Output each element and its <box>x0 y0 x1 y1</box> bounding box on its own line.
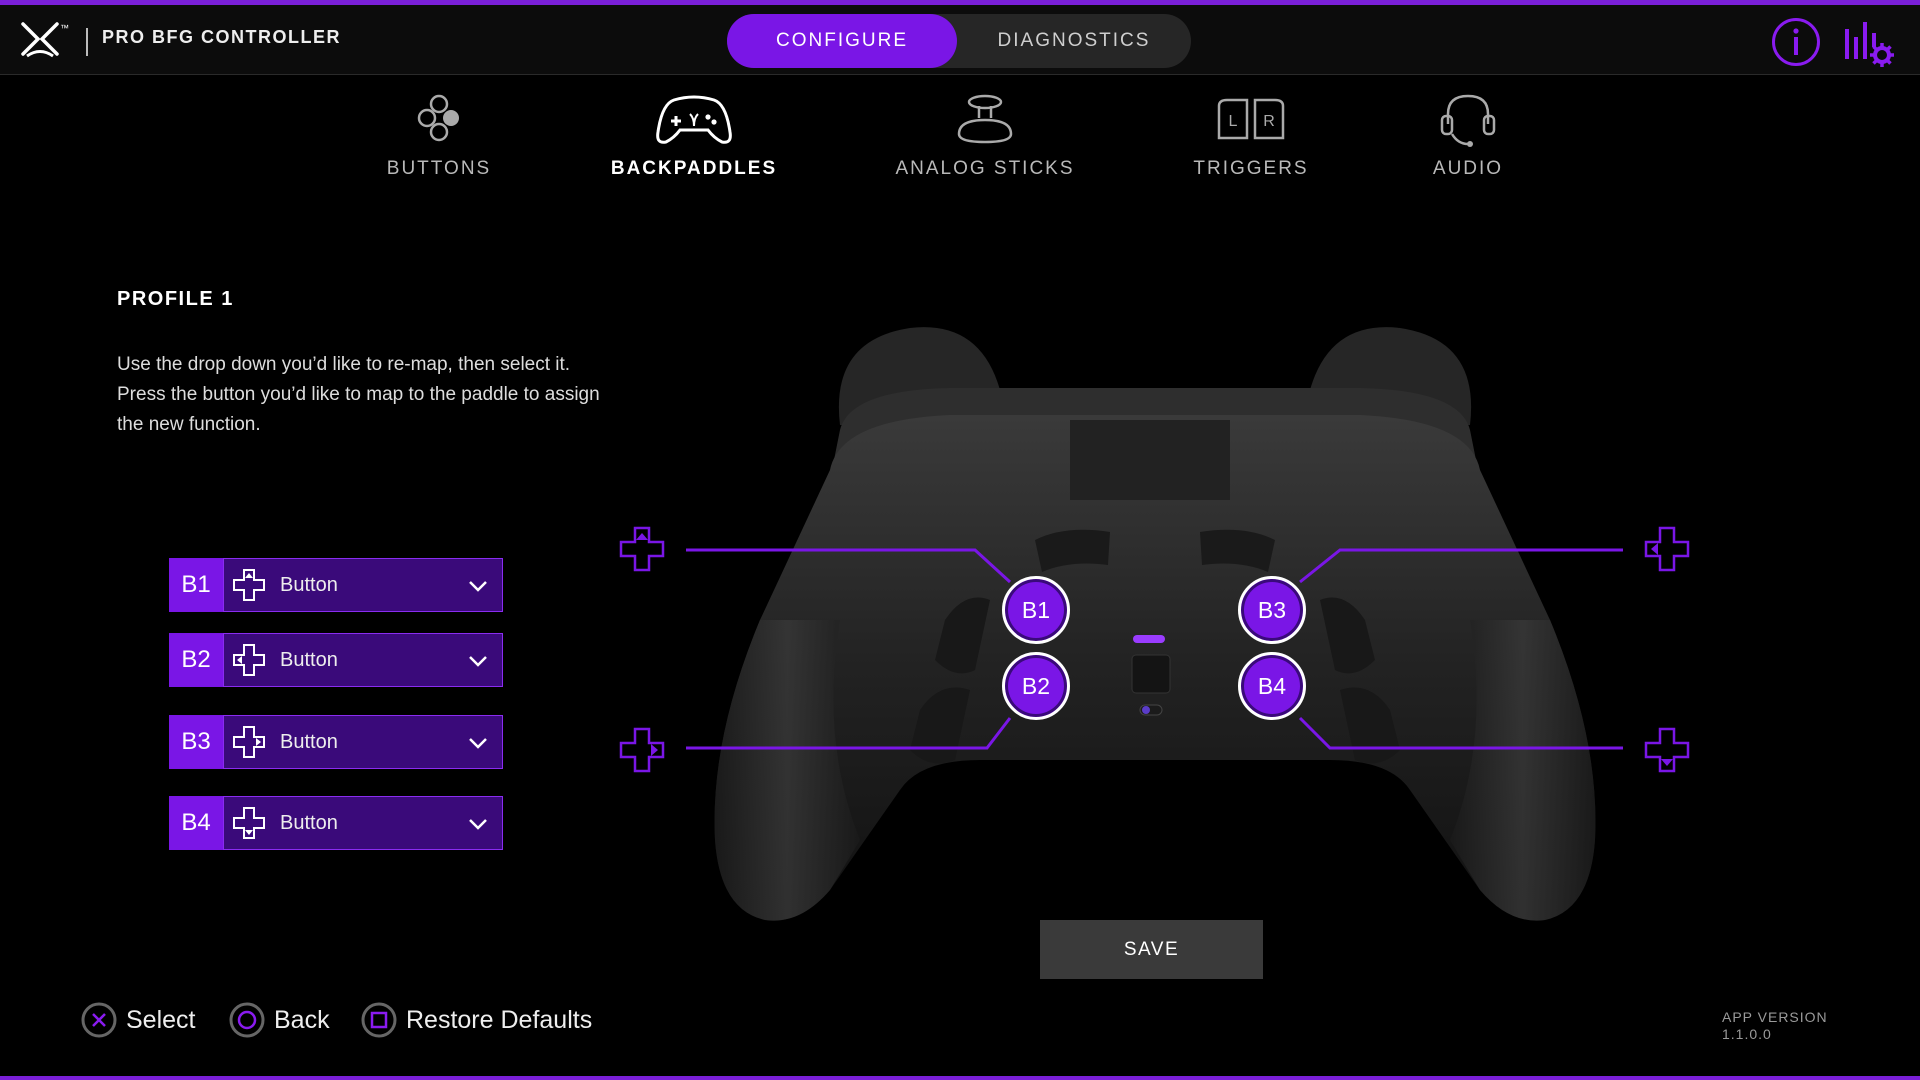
paddle-tag-b1: B1 <box>169 558 223 612</box>
dpad-icon <box>233 569 265 601</box>
dpad-icon <box>233 726 265 758</box>
hint-label: Select <box>126 1005 196 1034</box>
svg-text:R: R <box>1263 113 1275 130</box>
dpad-icon <box>233 644 265 676</box>
mapping-dropdown-b4[interactable]: Button <box>223 796 503 850</box>
analog-stick-icon <box>957 94 1013 144</box>
chevron-down-icon <box>469 581 487 592</box>
hint-label: Restore Defaults <box>406 1005 593 1034</box>
hint-label: Back <box>274 1005 330 1034</box>
mapping-dropdown-b1[interactable]: Button <box>223 558 503 612</box>
version-label: APP VERSION <box>1722 1009 1828 1025</box>
svg-text:L: L <box>1229 113 1238 130</box>
mapping-value: Button <box>280 811 338 834</box>
mapping-row-b4: B4 Button <box>169 796 503 850</box>
hint-restore-defaults[interactable]: Restore Defaults <box>360 1000 592 1040</box>
mapping-value: Button <box>280 730 338 753</box>
chevron-down-icon <box>469 819 487 830</box>
mapping-dropdown-b2[interactable]: Button <box>223 633 503 687</box>
diagnostics-tab[interactable]: DIAGNOSTICS <box>957 14 1191 68</box>
mapping-dropdown-b3[interactable]: Button <box>223 715 503 769</box>
logo-divider <box>86 28 88 56</box>
nav-analog-sticks[interactable]: ANALOG STICKS <box>885 92 1085 180</box>
circle-button-icon <box>229 1002 265 1038</box>
mode-toggle: CONFIGURE DIAGNOSTICS <box>727 14 1191 68</box>
profile-title: PROFILE 1 <box>117 288 234 310</box>
square-button-icon <box>361 1002 397 1038</box>
save-button[interactable]: SAVE <box>1040 920 1263 979</box>
dpad-right-icon <box>619 727 665 773</box>
bottom-accent-bar <box>0 1076 1920 1080</box>
hint-select[interactable]: Select <box>80 1000 195 1040</box>
nav-triggers[interactable]: L R TRIGGERS <box>1151 92 1351 180</box>
app-version: APP VERSION 1.1.0.0 <box>1722 1009 1828 1043</box>
nav-label: AUDIO <box>1432 158 1504 179</box>
controller-back-illustration <box>714 327 1596 921</box>
dpad-up-icon <box>619 526 665 572</box>
triggers-icon: L R <box>1217 98 1285 140</box>
hint-back[interactable]: Back <box>228 1000 330 1040</box>
paddle-marker-b1[interactable]: B1 <box>1002 576 1070 644</box>
dpad-icon <box>233 807 265 839</box>
paddle-tag-b2: B2 <box>169 633 223 687</box>
info-icon <box>1793 28 1799 55</box>
cross-button-icon <box>81 1002 117 1038</box>
paddle-marker-b3[interactable]: B3 <box>1238 576 1306 644</box>
instructions-text: Use the drop down you’d like to re-map, … <box>117 354 600 435</box>
paddle-marker-b2[interactable]: B2 <box>1002 652 1070 720</box>
nav-label: TRIGGERS <box>1193 158 1309 179</box>
configure-tab[interactable]: CONFIGURE <box>727 14 957 68</box>
info-button[interactable] <box>1772 18 1820 66</box>
headset-icon <box>1440 94 1496 147</box>
chevron-down-icon <box>469 656 487 667</box>
nav-label: ANALOG STICKS <box>895 158 1075 179</box>
settings-icon[interactable] <box>1842 17 1894 69</box>
dpad-down-icon <box>1644 727 1690 773</box>
dpad-left-icon <box>1644 526 1690 572</box>
mapping-value: Button <box>280 648 338 671</box>
nav-label: BUTTONS <box>386 158 492 179</box>
nav-buttons[interactable]: BUTTONS <box>339 92 539 180</box>
chevron-down-icon <box>469 738 487 749</box>
mapping-row-b1: B1 Button <box>169 558 503 612</box>
paddle-tag-b3: B3 <box>169 715 223 769</box>
paddle-marker-b4[interactable]: B4 <box>1238 652 1306 720</box>
gamepad-icon <box>656 95 732 144</box>
mapping-row-b3: B3 Button <box>169 715 503 769</box>
mapping-row-b2: B2 Button <box>169 633 503 687</box>
mapping-value: Button <box>280 573 338 596</box>
nav-label: BACKPADDLES <box>610 158 778 179</box>
paddle-tag-b4: B4 <box>169 796 223 850</box>
nav-backpaddles[interactable]: BACKPADDLES <box>594 92 794 180</box>
trademark-mark: ™ <box>60 23 69 33</box>
app-header: ™ PRO BFG CONTROLLER CONFIGURE DIAGNOSTI… <box>0 5 1920 75</box>
app-title: PRO BFG CONTROLLER <box>102 27 341 47</box>
brand-logo-icon <box>21 22 59 58</box>
buttons-icon <box>417 94 459 142</box>
nav-audio[interactable]: AUDIO <box>1368 92 1568 180</box>
version-number: 1.1.0.0 <box>1722 1026 1772 1042</box>
